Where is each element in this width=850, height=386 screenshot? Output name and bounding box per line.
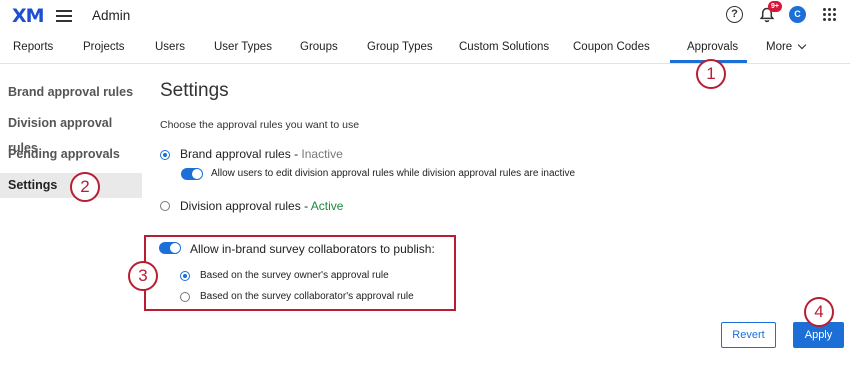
tab-users[interactable]: Users (155, 41, 185, 53)
tab-reports[interactable]: Reports (13, 41, 53, 53)
tab-groups[interactable]: Groups (300, 41, 338, 53)
hamburger-menu-icon[interactable] (56, 10, 72, 22)
callout-marker-3: 3 (128, 261, 158, 291)
owner-rule-label: Based on the survey owner's approval rul… (200, 270, 389, 281)
brand-rules-status: Inactive (301, 147, 343, 161)
chevron-down-icon (797, 40, 807, 50)
user-avatar[interactable]: C (789, 6, 806, 23)
callout-marker-4: 4 (804, 297, 834, 327)
collaborator-publish-label: Allow in-brand survey collaborators to p… (190, 242, 435, 256)
division-rules-radio[interactable] (160, 201, 170, 211)
top-header: XM Admin ? 9+ C (0, 0, 850, 33)
division-rules-text: Division approval rules (180, 199, 301, 213)
owner-rule-radio[interactable] (180, 271, 190, 281)
collaborator-publish-toggle[interactable] (159, 242, 181, 254)
division-edit-toggle[interactable] (181, 168, 203, 180)
revert-button[interactable]: Revert (721, 322, 776, 348)
callout-marker-1: 1 (696, 59, 726, 89)
brand-rules-text: Brand approval rules (180, 147, 291, 161)
tab-more-label: More (766, 41, 793, 53)
page-header-title: Admin (92, 8, 131, 23)
brand-rules-radio[interactable] (160, 150, 170, 160)
tab-custom-solutions[interactable]: Custom Solutions (459, 41, 549, 53)
help-icon[interactable]: ? (726, 6, 743, 23)
tab-approvals[interactable]: Approvals (687, 41, 738, 53)
brand-rules-label: Brand approval rules - Inactive (180, 147, 343, 161)
page-subtitle: Choose the approval rules you want to us… (160, 119, 360, 131)
tab-more[interactable]: More (766, 40, 807, 53)
sidebar-item-pending-approvals[interactable]: Pending approvals (0, 142, 142, 167)
division-edit-toggle-label: Allow users to edit division approval ru… (211, 168, 576, 179)
page-title: Settings (160, 80, 229, 101)
collaborator-rule-radio[interactable] (180, 292, 190, 302)
tab-coupon-codes[interactable]: Coupon Codes (573, 41, 650, 53)
notification-badge: 9+ (768, 1, 782, 12)
division-rules-label: Division approval rules - Active (180, 199, 343, 213)
division-rules-separator: - (300, 199, 311, 213)
sidebar-item-division-approval-rules[interactable]: Division approval rules (0, 111, 142, 155)
callout-marker-2: 2 (70, 172, 100, 202)
collaborator-rule-label: Based on the survey collaborator's appro… (200, 291, 414, 302)
tab-user-types[interactable]: User Types (214, 41, 272, 53)
xm-logo[interactable]: XM (12, 5, 45, 27)
brand-rules-separator: - (290, 147, 302, 161)
tab-group-types[interactable]: Group Types (367, 41, 433, 53)
apps-grid-icon[interactable] (823, 8, 837, 22)
sidebar-item-brand-approval-rules[interactable]: Brand approval rules (0, 80, 142, 105)
division-rules-status: Active (310, 199, 344, 213)
tab-projects[interactable]: Projects (83, 41, 125, 53)
